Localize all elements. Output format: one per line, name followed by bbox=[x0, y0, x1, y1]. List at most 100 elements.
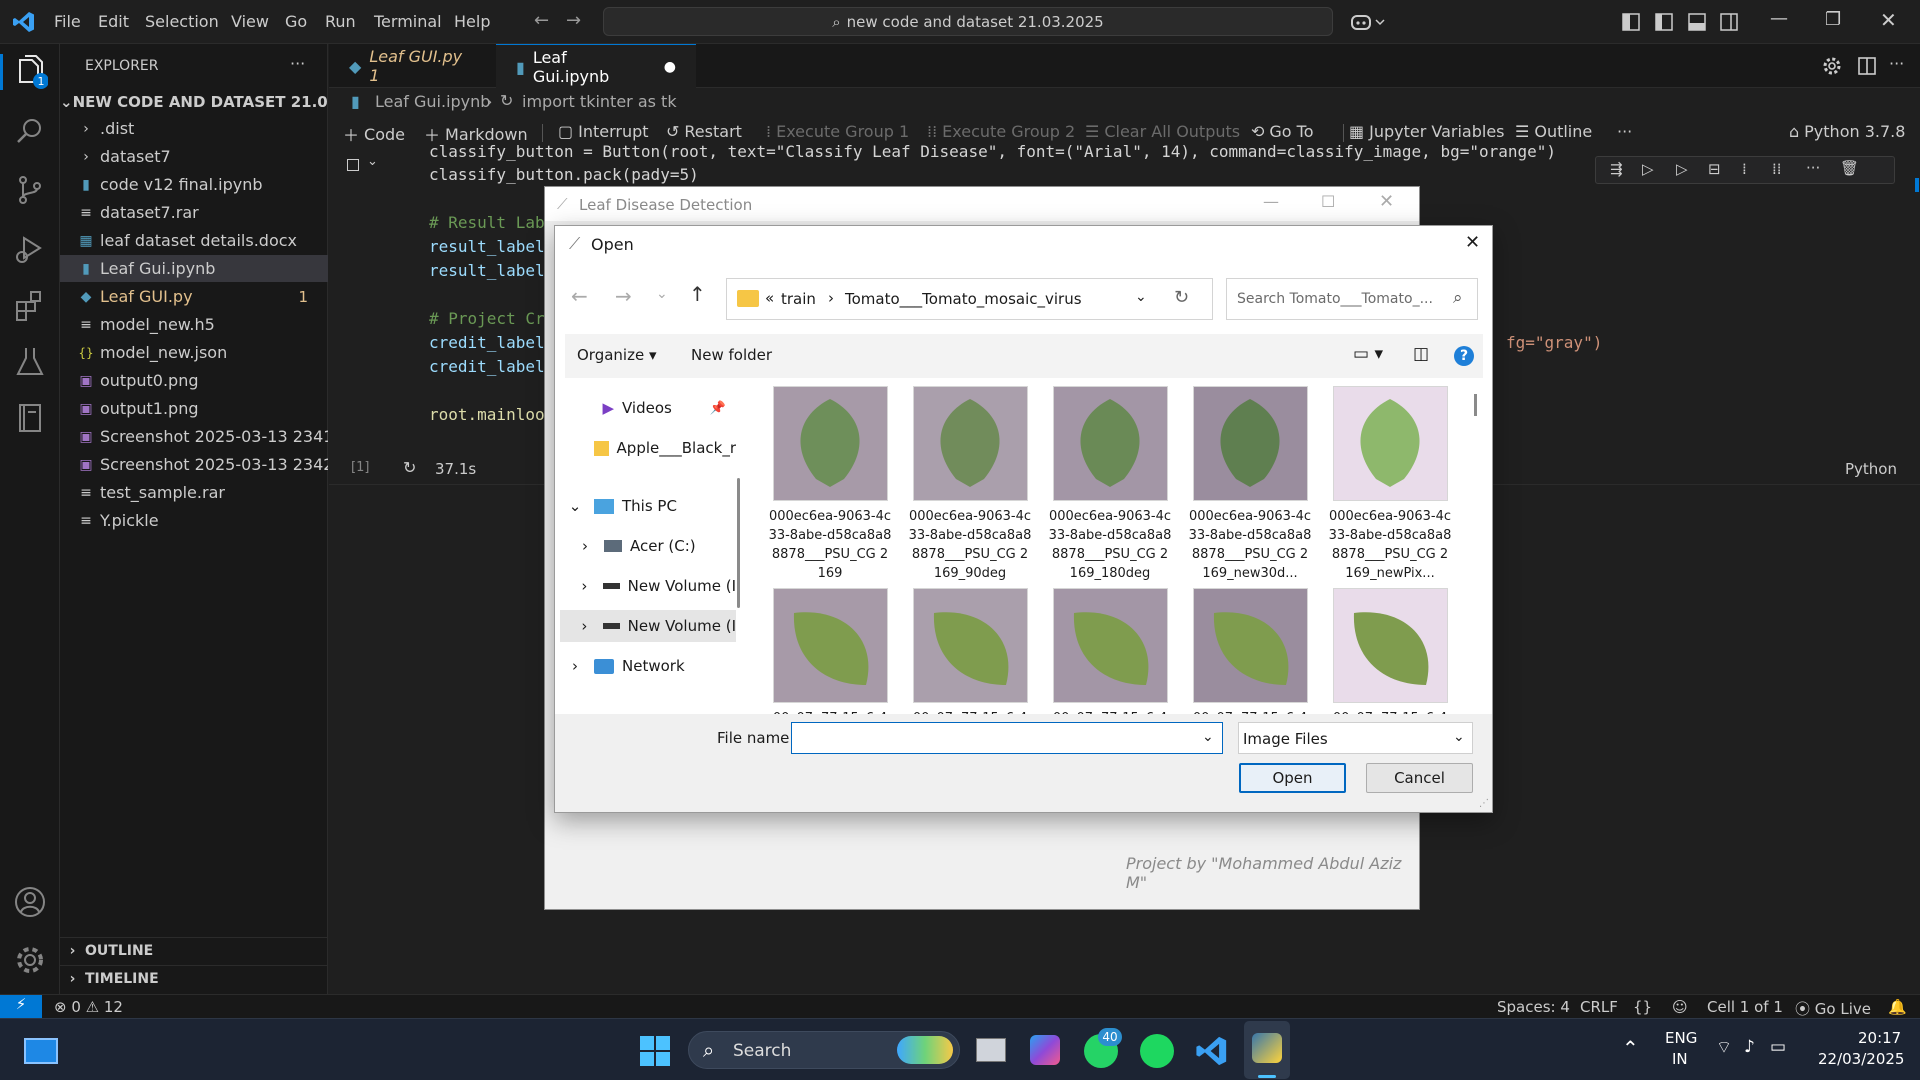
explorer-item[interactable]: ≡ dataset7.rar bbox=[60, 199, 328, 226]
delete-cell-icon[interactable]: 🗑 bbox=[1840, 159, 1859, 177]
toggle-secondary-sidebar-icon[interactable] bbox=[1720, 13, 1738, 31]
taskbar-search[interactable]: ⌕ Search bbox=[688, 1031, 960, 1069]
extensions-icon[interactable] bbox=[12, 288, 48, 324]
leaf-image-thumbnail[interactable] bbox=[1053, 588, 1168, 703]
open-button[interactable]: Open bbox=[1239, 763, 1346, 793]
menu-view[interactable]: View bbox=[231, 12, 269, 31]
cell-type-icon[interactable] bbox=[347, 159, 359, 171]
menu-file[interactable]: File bbox=[54, 12, 81, 31]
clock-time[interactable]: 20:17 bbox=[1858, 1029, 1901, 1047]
copilot-icon[interactable] bbox=[1350, 12, 1386, 32]
more-toolbar-button[interactable]: ··· bbox=[1617, 122, 1632, 141]
menu-help[interactable]: Help bbox=[454, 12, 490, 31]
nav-item-new-volume-1[interactable]: › New Volume (I bbox=[560, 570, 736, 602]
tab-leaf-gui-ipynb[interactable]: ▮ Leaf Gui.ipynb ● bbox=[496, 44, 696, 89]
toggle-panel-icon[interactable] bbox=[1688, 13, 1706, 31]
volume-icon[interactable]: ♪ bbox=[1744, 1037, 1755, 1057]
leaf-image-thumbnail[interactable] bbox=[1193, 588, 1308, 703]
go-to-button[interactable]: ⟲ Go To bbox=[1251, 122, 1314, 141]
indentation-setting[interactable]: Spaces: 4 bbox=[1497, 998, 1570, 1016]
kernel-picker[interactable]: ⌂ Python 3.7.8 bbox=[1789, 122, 1905, 141]
timeline-section[interactable]: › TIMELINE bbox=[60, 965, 328, 992]
up-arrow-icon[interactable]: ↑ bbox=[689, 282, 706, 306]
cancel-button[interactable]: Cancel bbox=[1366, 763, 1473, 793]
language-line-1[interactable]: ENG bbox=[1665, 1029, 1697, 1047]
restart-button[interactable]: ↺ Restart bbox=[666, 122, 742, 141]
explorer-item[interactable]: › .dist bbox=[60, 115, 328, 142]
explorer-item[interactable]: ≡ model_new.h5 bbox=[60, 311, 328, 338]
leaf-image-thumbnail[interactable] bbox=[1053, 386, 1168, 501]
customize-layout-icon[interactable] bbox=[1622, 13, 1640, 31]
insert-below-icon[interactable]: ⁞⁞ bbox=[1772, 160, 1782, 178]
refresh-icon[interactable]: ↻ bbox=[1174, 287, 1189, 308]
accounts-icon[interactable] bbox=[12, 884, 48, 920]
minimize-icon[interactable]: — bbox=[1263, 192, 1279, 211]
menu-edit[interactable]: Edit bbox=[98, 12, 129, 31]
file-name-input[interactable]: ⌄ bbox=[791, 722, 1223, 754]
explorer-item[interactable]: ▦ leaf dataset details.docx bbox=[60, 227, 328, 254]
breadcrumb-file[interactable]: Leaf Gui.ipynb bbox=[375, 92, 490, 111]
menu-run[interactable]: Run bbox=[325, 12, 356, 31]
eol-setting[interactable]: CRLF bbox=[1580, 998, 1618, 1016]
cell-position[interactable]: Cell 1 of 1 bbox=[1707, 998, 1783, 1016]
path-dropdown-icon[interactable]: ⌄ bbox=[1135, 289, 1147, 305]
cell-language[interactable]: Python bbox=[1845, 460, 1897, 478]
close-icon[interactable]: ✕ bbox=[1379, 191, 1394, 212]
leaf-image-thumbnail[interactable] bbox=[1333, 386, 1448, 501]
more-actions-icon[interactable]: ··· bbox=[1806, 159, 1820, 177]
nav-item-acer[interactable]: › Acer (C:) bbox=[560, 530, 736, 562]
insert-above-icon[interactable]: ⁞ bbox=[1742, 160, 1747, 178]
nav-scrollbar[interactable] bbox=[737, 478, 740, 608]
run-debug-icon[interactable] bbox=[12, 230, 48, 266]
toggle-sidebar-icon[interactable] bbox=[1655, 13, 1673, 31]
workspace-folder[interactable]: ⌄ NEW CODE AND DATASET 21.03.20... bbox=[60, 88, 328, 115]
notifications-bell-icon[interactable]: 🔔 bbox=[1888, 998, 1907, 1016]
remote-indicator-icon[interactable]: ⚡ bbox=[0, 995, 42, 1019]
recent-chevron-icon[interactable]: ⌄ bbox=[656, 286, 668, 302]
back-arrow-icon[interactable]: ← bbox=[534, 10, 549, 31]
new-folder-button[interactable]: New folder bbox=[691, 346, 772, 364]
explorer-item[interactable]: ▮ code v12 final.ipynb bbox=[60, 171, 328, 198]
python-taskbar-app[interactable] bbox=[1244, 1021, 1290, 1079]
add-code-button[interactable]: ＋ Code bbox=[343, 122, 405, 146]
preview-pane-icon[interactable]: ◫ bbox=[1413, 344, 1429, 364]
jupyter-icon[interactable] bbox=[12, 400, 48, 436]
more-actions-icon[interactable]: ··· bbox=[290, 54, 305, 73]
explorer-item[interactable]: ≡ Y.pickle bbox=[60, 507, 328, 534]
more-actions-icon[interactable]: ··· bbox=[1889, 54, 1904, 73]
outline-button[interactable]: ☰ Outline bbox=[1515, 122, 1592, 141]
path-segment-folder[interactable]: Tomato___Tomato_mosaic_virus bbox=[845, 290, 1082, 308]
language-braces[interactable]: {} bbox=[1633, 998, 1652, 1016]
menu-selection[interactable]: Selection bbox=[145, 12, 219, 31]
split-editor-icon[interactable] bbox=[1857, 56, 1877, 76]
unsaved-dot-icon[interactable]: ● bbox=[664, 59, 676, 75]
spotify-icon[interactable] bbox=[1140, 1034, 1174, 1068]
language-line-2[interactable]: IN bbox=[1672, 1050, 1688, 1068]
execute-group-2-button[interactable]: ⁞⁞ Execute Group 2 bbox=[927, 122, 1075, 141]
organize-button[interactable]: Organize ▾ bbox=[577, 346, 657, 364]
run-cell-icon[interactable]: ↻ bbox=[403, 458, 416, 477]
explorer-item[interactable]: › dataset7 bbox=[60, 143, 328, 170]
help-icon[interactable]: ? bbox=[1454, 346, 1474, 366]
settings-gear-icon[interactable] bbox=[1822, 56, 1842, 76]
clear-all-outputs-button[interactable]: ☰ Clear All Outputs bbox=[1085, 122, 1240, 141]
explorer-item[interactable]: ▣ Screenshot 2025-03-13 2342... bbox=[60, 451, 328, 478]
menu-go[interactable]: Go bbox=[285, 12, 307, 31]
address-bar[interactable]: « train › Tomato___Tomato_mosaic_virus ⌄… bbox=[726, 278, 1213, 320]
explorer-item[interactable]: ▣ output0.png bbox=[60, 367, 328, 394]
explorer-icon[interactable]: 1 bbox=[12, 54, 48, 90]
explorer-item[interactable]: ▣ Screenshot 2025-03-13 2341... bbox=[60, 423, 328, 450]
path-segment-train[interactable]: train bbox=[781, 290, 816, 308]
nav-item-network[interactable]: › Network bbox=[560, 650, 736, 682]
errors-count[interactable]: ⊗ 0 ⚠ 12 bbox=[54, 998, 123, 1016]
interrupt-button[interactable]: ▢ Interrupt bbox=[558, 122, 649, 141]
copilot-app-icon[interactable] bbox=[1030, 1035, 1060, 1065]
copilot-status-icon[interactable]: ☺ bbox=[1672, 998, 1688, 1016]
chevron-down-icon[interactable]: ⌄ bbox=[367, 154, 378, 169]
source-control-icon[interactable] bbox=[12, 172, 48, 208]
leaf-image-thumbnail[interactable] bbox=[1193, 386, 1308, 501]
tab-leaf-gui-py[interactable]: ◆ Leaf GUI.py 1 bbox=[329, 44, 496, 88]
nav-item-this-pc[interactable]: ⌄ This PC bbox=[560, 490, 736, 522]
grid-scrollbar[interactable] bbox=[1474, 394, 1477, 416]
outline-section[interactable]: › OUTLINE bbox=[60, 937, 328, 964]
